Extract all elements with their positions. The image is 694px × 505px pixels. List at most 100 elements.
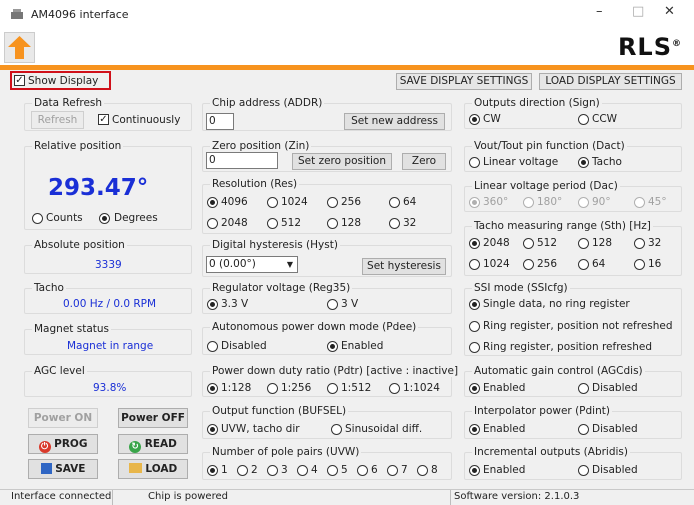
resolution-radio-1024[interactable] xyxy=(267,197,278,208)
pdee-radio-disabled[interactable] xyxy=(207,341,218,352)
pole-pairs-radio-7[interactable] xyxy=(387,465,398,476)
collapse-button[interactable] xyxy=(4,32,35,63)
dact-title: Vout/Tout pin function (Dact) xyxy=(472,140,627,152)
resolution-radio-32[interactable] xyxy=(389,218,400,229)
sign-radio-cw[interactable] xyxy=(469,114,480,125)
pdee-radio-enabled[interactable] xyxy=(327,341,338,352)
bufsel-radio-uvw[interactable] xyxy=(207,424,218,435)
ssi-radio-ring-not-refreshed[interactable] xyxy=(469,321,480,332)
refresh-button[interactable]: Refresh xyxy=(31,111,84,129)
resolution-label-256: 256 xyxy=(341,196,362,208)
pole-pairs-radio-4[interactable] xyxy=(297,465,308,476)
pdint-title: Interpolator power (Pdint) xyxy=(472,405,612,417)
resolution-radio-256[interactable] xyxy=(327,197,338,208)
relative-position-value: 293.47° xyxy=(48,175,149,201)
sth-title: Tacho measuring range (Sth) [Hz] xyxy=(472,220,653,232)
agcdis-label-enabled: Enabled xyxy=(483,382,526,394)
dac-label-45: 45° xyxy=(648,196,667,208)
resolution-radio-4096[interactable] xyxy=(207,197,218,208)
sign-label-ccw: CCW xyxy=(592,113,618,125)
pdtr-radio-1-512[interactable] xyxy=(327,383,338,394)
absolute-position-title: Absolute position xyxy=(32,239,127,251)
sth-radio-32[interactable] xyxy=(634,238,645,249)
pole-pairs-radio-8[interactable] xyxy=(417,465,428,476)
power-on-button[interactable]: Power ON xyxy=(28,408,98,428)
set-zero-position-button[interactable]: Set zero position xyxy=(292,153,392,170)
save-display-settings-button[interactable]: SAVE DISPLAY SETTINGS xyxy=(396,73,532,90)
ssi-label-single: Single data, no ring register xyxy=(483,298,630,310)
bufsel-label-uvw: UVW, tacho dir xyxy=(221,423,300,435)
pdtr-radio-1-1024[interactable] xyxy=(389,383,400,394)
magnet-status-title: Magnet status xyxy=(32,323,111,335)
refresh-icon: ↻ xyxy=(129,441,142,453)
pdint-radio-disabled[interactable] xyxy=(578,424,589,435)
ssi-radio-ring-refreshed[interactable] xyxy=(469,342,480,353)
pdtr-label-1-256: 1:256 xyxy=(281,382,312,394)
counts-radio[interactable] xyxy=(32,213,43,224)
sth-radio-64[interactable] xyxy=(578,259,589,270)
load-button[interactable]: LOAD xyxy=(118,459,188,479)
sth-radio-1024[interactable] xyxy=(469,259,480,270)
pdee-label-disabled: Disabled xyxy=(221,340,267,352)
dac-label-360: 360° xyxy=(483,196,509,208)
chip-address-input[interactable]: 0 xyxy=(206,113,234,130)
dact-radio-linear[interactable] xyxy=(469,157,480,168)
power-off-button[interactable]: Power OFF xyxy=(118,408,188,428)
load-display-settings-button[interactable]: LOAD DISPLAY SETTINGS xyxy=(539,73,682,90)
rls-logo: RLS® xyxy=(617,33,682,61)
pdtr-radio-1-256[interactable] xyxy=(267,383,278,394)
pdint-radio-enabled[interactable] xyxy=(469,424,480,435)
sth-radio-128[interactable] xyxy=(578,238,589,249)
sth-radio-2048[interactable] xyxy=(469,238,480,249)
status-version: Software version: 2.1.0.3 xyxy=(454,491,580,502)
pole-pairs-radio-3[interactable] xyxy=(267,465,278,476)
zero-position-input[interactable]: 0 xyxy=(206,152,278,169)
continuously-checkbox[interactable]: ✓ xyxy=(98,114,109,125)
sign-radio-ccw[interactable] xyxy=(578,114,589,125)
show-display-checkbox[interactable]: ✓ xyxy=(14,75,25,86)
bufsel-radio-sinusoidal[interactable] xyxy=(331,424,342,435)
status-separator xyxy=(112,490,113,505)
read-button[interactable]: ↻ READ xyxy=(118,434,188,454)
resolution-radio-2048[interactable] xyxy=(207,218,218,229)
sth-radio-16[interactable] xyxy=(634,259,645,270)
resolution-radio-512[interactable] xyxy=(267,218,278,229)
pole-pairs-radio-5[interactable] xyxy=(327,465,338,476)
abridis-radio-enabled[interactable] xyxy=(469,465,480,476)
dac-radio-90[interactable] xyxy=(578,197,589,208)
dact-radio-tacho[interactable] xyxy=(578,157,589,168)
zero-button[interactable]: Zero xyxy=(402,153,446,170)
prog-button[interactable]: ⏻ PROG xyxy=(28,434,98,454)
resolution-label-64: 64 xyxy=(403,196,417,208)
dac-radio-45[interactable] xyxy=(634,197,645,208)
maximize-button[interactable]: □ xyxy=(632,4,644,19)
hysteresis-select[interactable]: 0 (0.00°) ▼ xyxy=(206,256,298,273)
pdtr-label-1-512: 1:512 xyxy=(341,382,372,394)
resolution-radio-64[interactable] xyxy=(389,197,400,208)
resolution-radio-128[interactable] xyxy=(327,218,338,229)
agcdis-radio-disabled[interactable] xyxy=(578,383,589,394)
pole-pairs-radio-1[interactable] xyxy=(207,465,218,476)
pdtr-label-1-1024: 1:1024 xyxy=(403,382,440,394)
pdtr-radio-1-128[interactable] xyxy=(207,383,218,394)
regulator-radio-3v[interactable] xyxy=(327,299,338,310)
sth-radio-256[interactable] xyxy=(523,259,534,270)
abridis-radio-disabled[interactable] xyxy=(578,465,589,476)
agcdis-radio-enabled[interactable] xyxy=(469,383,480,394)
set-new-address-button[interactable]: Set new address xyxy=(344,113,445,130)
close-button[interactable]: ✕ xyxy=(664,4,675,19)
degrees-radio[interactable] xyxy=(99,213,110,224)
minimize-button[interactable]: – xyxy=(596,4,603,19)
chevron-down-icon: ▼ xyxy=(286,260,293,269)
set-hysteresis-button[interactable]: Set hysteresis xyxy=(362,258,446,275)
save-button[interactable]: SAVE xyxy=(28,459,98,479)
ssi-radio-single[interactable] xyxy=(469,299,480,310)
dac-radio-360[interactable] xyxy=(469,197,480,208)
sth-radio-512[interactable] xyxy=(523,238,534,249)
dac-radio-180[interactable] xyxy=(523,197,534,208)
pole-pairs-radio-2[interactable] xyxy=(237,465,248,476)
bufsel-label-sinusoidal: Sinusoidal diff. xyxy=(345,423,423,435)
regulator-radio-3.3v[interactable] xyxy=(207,299,218,310)
pole-pairs-radio-6[interactable] xyxy=(357,465,368,476)
resolution-label-1024: 1024 xyxy=(281,196,308,208)
